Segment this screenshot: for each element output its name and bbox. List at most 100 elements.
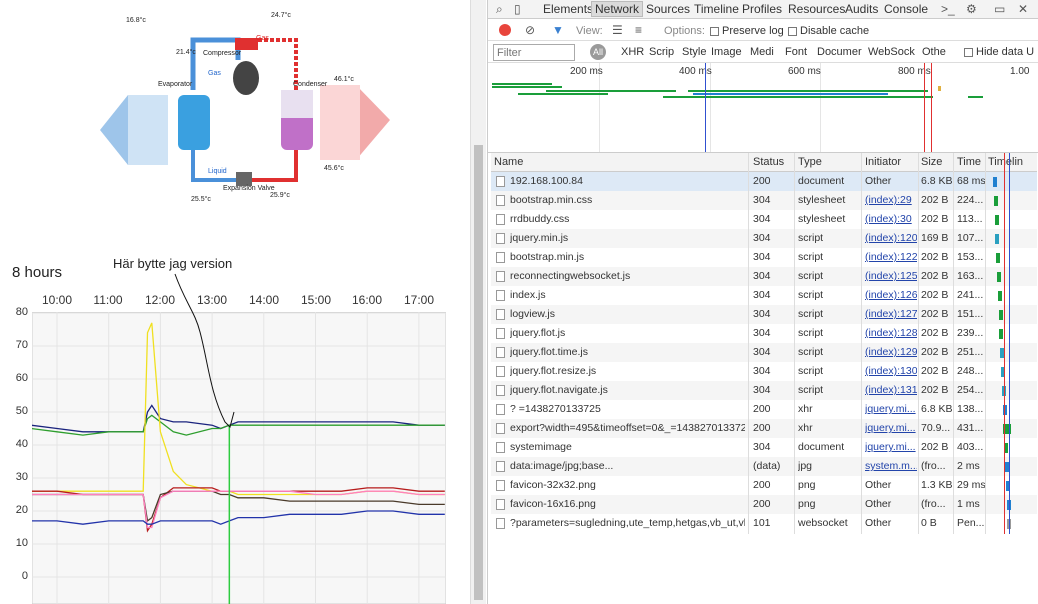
- col-name[interactable]: Name: [494, 156, 523, 168]
- left-scrollbar[interactable]: [470, 0, 486, 604]
- drawer-icon[interactable]: >_: [941, 0, 955, 18]
- col-status[interactable]: Status: [753, 156, 784, 168]
- request-initiator[interactable]: jquery.mi...: [865, 441, 917, 453]
- request-size: 202 B: [921, 327, 949, 339]
- request-status: 304: [753, 251, 771, 263]
- temp-label: 25.9°c: [270, 192, 290, 199]
- table-row[interactable]: jquery.flot.time.js 304 script (index):129 2…: [491, 343, 1037, 362]
- record-button[interactable]: [499, 24, 511, 36]
- table-row[interactable]: systemimage 304 document jquery.mi... 202 B 4…: [491, 438, 1037, 457]
- filter-style[interactable]: Style: [682, 46, 706, 58]
- request-name: ? =1438270133725: [510, 403, 601, 415]
- request-initiator[interactable]: system.m...: [865, 460, 917, 472]
- table-header: Name Status Type Initiator Size Time Tim…: [491, 153, 1037, 172]
- filter-other[interactable]: Othe: [922, 46, 946, 58]
- scroll-thumb[interactable]: [474, 145, 483, 600]
- network-overview[interactable]: 200 ms 400 ms 600 ms 800 ms 1.00: [488, 63, 1038, 153]
- filter-font[interactable]: Font: [785, 46, 807, 58]
- close-icon[interactable]: ✕: [1018, 0, 1028, 18]
- request-status: 304: [753, 308, 771, 320]
- device-icon[interactable]: ▯: [514, 0, 521, 18]
- dock-icon[interactable]: ▭: [994, 0, 1005, 18]
- request-size: (fro...: [921, 498, 946, 510]
- table-row[interactable]: data:image/jpg;base... (data) jpg system.m.…: [491, 457, 1037, 476]
- checkbox-icon[interactable]: [710, 26, 719, 36]
- table-row[interactable]: logview.js 304 script (index):127 202 B 151..…: [491, 305, 1037, 324]
- filter-document[interactable]: Documer: [817, 46, 862, 58]
- request-name: rrdbuddy.css: [510, 213, 570, 225]
- table-row[interactable]: ? =1438270133725 200 xhr jquery.mi... 6.8 KB…: [491, 400, 1037, 419]
- table-row[interactable]: export?width=495&timeoffset=0&_=14382701…: [491, 419, 1037, 438]
- request-initiator[interactable]: (index):128: [865, 327, 917, 339]
- request-initiator[interactable]: (index):130: [865, 365, 917, 377]
- col-timeline[interactable]: Timelin: [988, 156, 1023, 168]
- request-initiator[interactable]: (index):125: [865, 270, 917, 282]
- tab-sources[interactable]: Sources: [646, 2, 690, 16]
- request-type: script: [798, 365, 824, 377]
- hide-data-urls-checkbox[interactable]: Hide data U: [964, 46, 1034, 58]
- request-initiator[interactable]: (index):127: [865, 308, 917, 320]
- tab-resources[interactable]: Resources: [788, 2, 845, 16]
- preserve-log-label: Preserve log: [722, 25, 784, 37]
- tab-elements[interactable]: Elements: [543, 2, 593, 16]
- table-row[interactable]: favicon-16x16.png 200 png Other (fro... 1 ms: [491, 495, 1037, 514]
- disable-cache-checkbox[interactable]: Disable cache: [788, 25, 869, 37]
- filter-websocket[interactable]: WebSock: [868, 46, 915, 58]
- table-row[interactable]: jquery.flot.resize.js 304 script (index):13…: [491, 362, 1037, 381]
- request-size: 202 B: [921, 365, 949, 377]
- tab-network[interactable]: Network: [591, 1, 644, 17]
- request-size: 202 B: [921, 289, 949, 301]
- request-initiator[interactable]: (index):131: [865, 384, 917, 396]
- request-status: 304: [753, 365, 771, 377]
- request-status: 200: [753, 479, 771, 491]
- list-view-icon[interactable]: ☰: [612, 21, 623, 39]
- table-row[interactable]: jquery.min.js 304 script (index):120 169 B 10…: [491, 229, 1037, 248]
- request-initiator[interactable]: jquery.mi...: [865, 403, 917, 415]
- checkbox-icon[interactable]: [964, 47, 973, 57]
- col-type[interactable]: Type: [798, 156, 822, 168]
- col-time[interactable]: Time: [957, 156, 981, 168]
- table-row[interactable]: ?parameters=sugledning,ute_temp,hetgas,v…: [491, 514, 1037, 533]
- col-initiator[interactable]: Initiator: [865, 156, 901, 168]
- request-initiator[interactable]: (index):29: [865, 194, 917, 206]
- tab-profiles[interactable]: Profiles: [742, 2, 782, 16]
- gear-icon[interactable]: ⚙: [966, 0, 977, 18]
- request-status: 304: [753, 232, 771, 244]
- request-initiator[interactable]: (index):126: [865, 289, 917, 301]
- overview-icon[interactable]: ≡: [635, 21, 642, 39]
- table-row[interactable]: bootstrap.min.js 304 script (index):122 202 …: [491, 248, 1037, 267]
- table-row[interactable]: 192.168.100.84 200 document Other 6.8 KB 68 m…: [491, 172, 1037, 191]
- table-row[interactable]: index.js 304 script (index):126 202 B 241...: [491, 286, 1037, 305]
- preserve-log-checkbox[interactable]: Preserve log: [710, 25, 784, 37]
- filter-script[interactable]: Scrip: [649, 46, 674, 58]
- filter-all-button[interactable]: All: [590, 44, 606, 60]
- request-initiator[interactable]: (index):122: [865, 251, 917, 263]
- table-row[interactable]: jquery.flot.navigate.js 304 script (index):…: [491, 381, 1037, 400]
- tab-timeline[interactable]: Timeline: [694, 2, 739, 16]
- filter-image[interactable]: Image: [711, 46, 742, 58]
- table-row[interactable]: favicon-32x32.png 200 png Other 1.3 KB 29 ms: [491, 476, 1037, 495]
- request-initiator[interactable]: jquery.mi...: [865, 422, 917, 434]
- table-row[interactable]: rrdbuddy.css 304 stylesheet (index):30 202 B…: [491, 210, 1037, 229]
- inspect-icon[interactable]: ⌕: [496, 0, 503, 18]
- table-row[interactable]: reconnectingwebsocket.js 304 script (index)…: [491, 267, 1037, 286]
- request-time: 403...: [957, 441, 984, 453]
- tab-console[interactable]: Console: [884, 2, 928, 16]
- request-initiator[interactable]: (index):120: [865, 232, 917, 244]
- column-divider: [794, 153, 795, 534]
- request-initiator[interactable]: (index):129: [865, 346, 917, 358]
- checkbox-icon[interactable]: [788, 26, 797, 36]
- request-initiator[interactable]: (index):30: [865, 213, 917, 225]
- filter-input[interactable]: [493, 44, 575, 61]
- request-status: 200: [753, 175, 771, 187]
- table-row[interactable]: bootstrap.min.css 304 stylesheet (index):29…: [491, 191, 1037, 210]
- clear-icon[interactable]: ⊘: [525, 21, 535, 39]
- filter-icon[interactable]: ▼: [552, 21, 564, 39]
- tab-audits[interactable]: Audits: [845, 2, 878, 16]
- table-row[interactable]: jquery.flot.js 304 script (index):128 202 B 2…: [491, 324, 1037, 343]
- filter-media[interactable]: Medi: [750, 46, 774, 58]
- request-status: 304: [753, 213, 771, 225]
- filter-xhr[interactable]: XHR: [621, 46, 644, 58]
- col-size[interactable]: Size: [921, 156, 942, 168]
- timeline-bar: [998, 310, 1003, 320]
